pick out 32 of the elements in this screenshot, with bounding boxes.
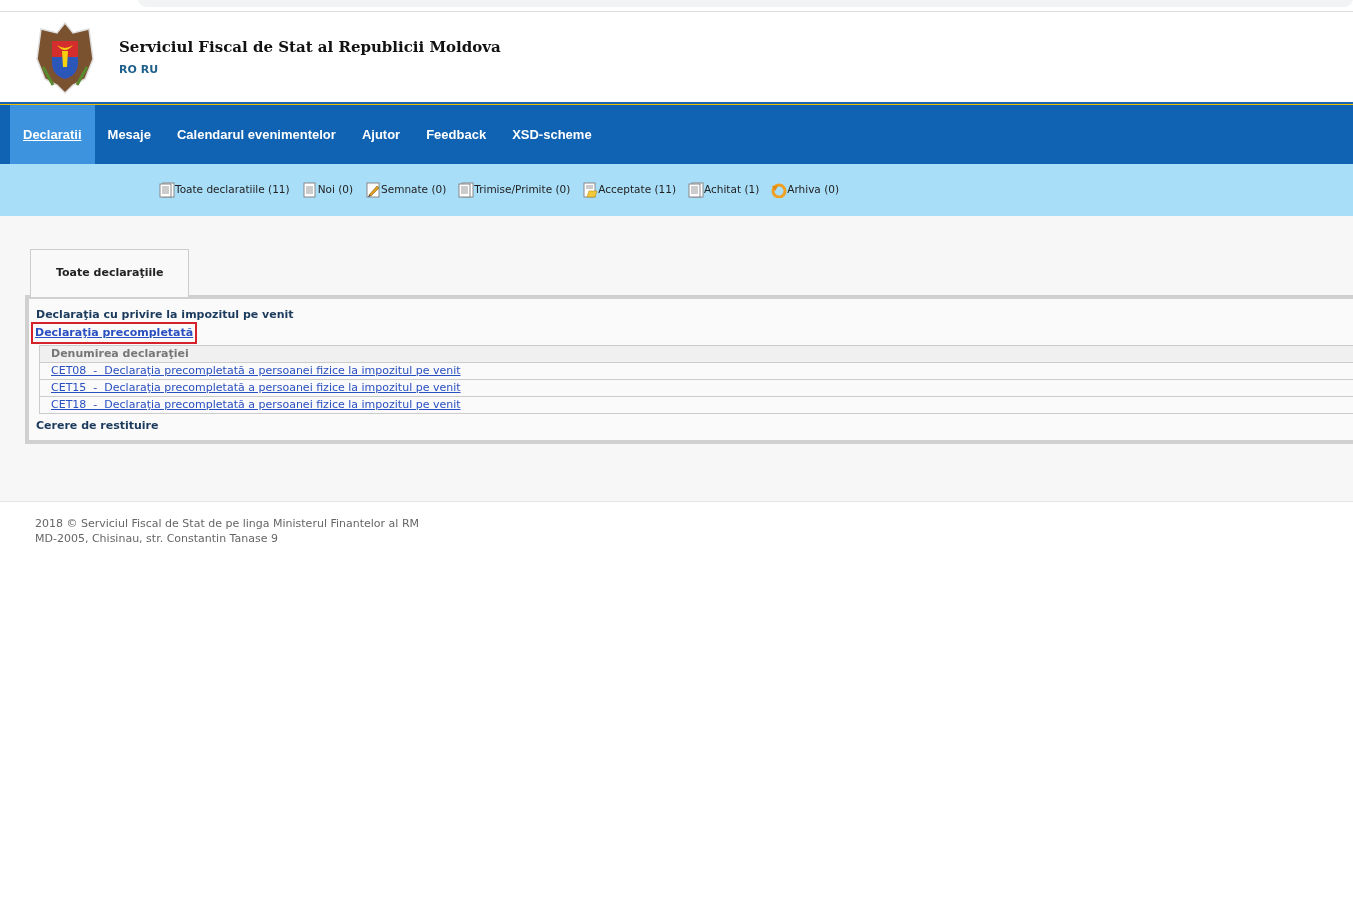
declaration-link[interactable]: CET18 - Declaraţia precompletată a persoanei fizice la impozitul pe venit bbox=[51, 398, 461, 412]
filter-link[interactable]: Toate declaratiile (11) bbox=[175, 182, 290, 198]
pencil-document-icon bbox=[365, 182, 382, 198]
filter-link[interactable]: Acceptate (11) bbox=[598, 182, 677, 198]
filter-link[interactable]: Arhiva (0) bbox=[787, 182, 839, 198]
footer-text: MD-2005, Chisinau, str. Constantin Tanase 9 bbox=[35, 531, 279, 546]
documents-icon bbox=[159, 182, 175, 198]
section-heading: Cerere de restituire bbox=[36, 418, 160, 435]
documents-icon bbox=[688, 182, 705, 198]
filter-link[interactable]: Noi (0) bbox=[317, 182, 354, 198]
nav-tab[interactable]: Ajutor bbox=[348, 105, 414, 164]
declaration-link[interactable]: CET08 - Declaraţia precompletată a persoanei fizice la impozitul pe venit bbox=[51, 364, 461, 378]
filter-link[interactable]: Semnate (0) bbox=[381, 182, 447, 198]
declaration-link[interactable]: CET15 - Declaraţia precompletată a persoanei fizice la impozitul pe venit bbox=[51, 381, 461, 395]
nav-tab[interactable]: Calendarul evenimentelor bbox=[163, 105, 349, 164]
circular-arrow-icon bbox=[771, 182, 788, 198]
document-icon bbox=[582, 182, 599, 198]
nav-tab[interactable]: Mesaje bbox=[94, 105, 164, 164]
filter-link[interactable]: Trimise/Primite (0) bbox=[474, 182, 571, 198]
section-heading: Declaraţia cu privire la impozitul pe venit bbox=[36, 306, 295, 323]
nav-tab[interactable]: Feedback bbox=[413, 105, 500, 164]
footer-text: 2018 © Serviciul Fiscal de Stat de pe linga Ministerul Finantelor al RM bbox=[35, 516, 420, 531]
nav-tab[interactable]: XSD-scheme bbox=[499, 105, 605, 164]
tab[interactable]: Toate declaraţiile bbox=[30, 249, 189, 297]
filter-link[interactable]: Achitat (1) bbox=[704, 182, 760, 198]
document-icon bbox=[301, 182, 318, 198]
language-link[interactable]: RU bbox=[140, 62, 159, 79]
language-link[interactable]: RO bbox=[119, 62, 137, 79]
column-header: Denumirea declaraţiei bbox=[39, 346, 1353, 364]
site-title: Serviciul Fiscal de Stat al Republicii Moldova bbox=[119, 36, 501, 58]
declaration-link[interactable]: Declaraţia precompletată bbox=[31, 322, 198, 345]
documents-icon bbox=[458, 182, 475, 198]
